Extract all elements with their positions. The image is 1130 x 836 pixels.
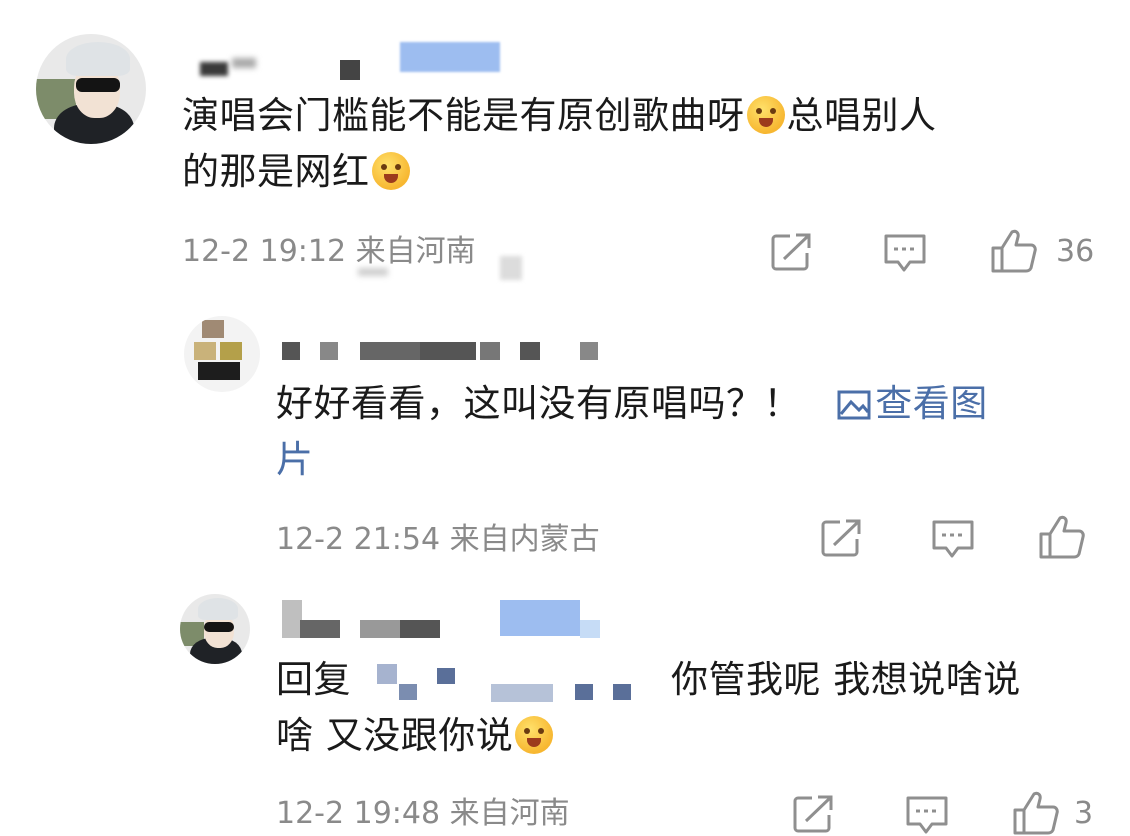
comment-meta: 12-2 21:54 来自内蒙古: [276, 522, 600, 557]
comment-text-after-emoji: 总唱别人: [786, 94, 937, 137]
shy-face-emoji-icon: [371, 152, 410, 190]
comment-text-line1: 好好看看，这叫没有原唱吗？！: [276, 382, 801, 425]
comment-icon[interactable]: [882, 232, 928, 274]
avatar[interactable]: [180, 594, 250, 664]
share-icon[interactable]: [792, 794, 836, 834]
share-icon[interactable]: [820, 518, 864, 558]
view-picture-label-2[interactable]: 片: [276, 438, 314, 481]
comment-icon[interactable]: [930, 518, 976, 560]
thumbs-up-icon[interactable]: [990, 228, 1038, 274]
share-icon[interactable]: [770, 232, 814, 272]
avatar[interactable]: [36, 34, 146, 144]
view-picture-label[interactable]: 查看图: [875, 382, 988, 425]
comment-text-line1: 你管我呢 我想说啥说: [671, 658, 1021, 701]
like-count: 3: [1074, 796, 1094, 831]
reply-target-redacted[interactable]: [351, 658, 671, 702]
comment-text: 好好看看，这叫没有原唱吗？！ 查看图片: [276, 376, 1096, 488]
avatar[interactable]: [184, 316, 260, 392]
comment-text-line1: 演唱会门槛能不能是有原创歌曲呀: [182, 94, 745, 137]
comment-meta: 12-2 19:12 来自河南: [182, 234, 476, 269]
reply-prefix: 回复: [276, 658, 351, 701]
comment-text-line2: 啥 又没跟你说: [276, 714, 514, 757]
comment-meta: 12-2 19:48 来自河南: [276, 796, 570, 831]
comment-text-line2: 的那是网红: [182, 150, 370, 193]
shy-face-emoji-icon: [746, 96, 785, 134]
comment-text: 演唱会门槛能不能是有原创歌曲呀 总唱别人 的那是网红: [182, 88, 1082, 200]
like-count: 36: [1056, 234, 1095, 269]
shy-face-emoji-icon: [515, 716, 554, 754]
comment-text: 回复 你管我呢 我想说啥说 啥 又没跟你说: [276, 652, 1116, 764]
image-icon: [837, 390, 871, 420]
comment-icon[interactable]: [904, 794, 950, 836]
thumbs-up-icon[interactable]: [1012, 790, 1060, 836]
thumbs-up-icon[interactable]: [1038, 514, 1086, 560]
